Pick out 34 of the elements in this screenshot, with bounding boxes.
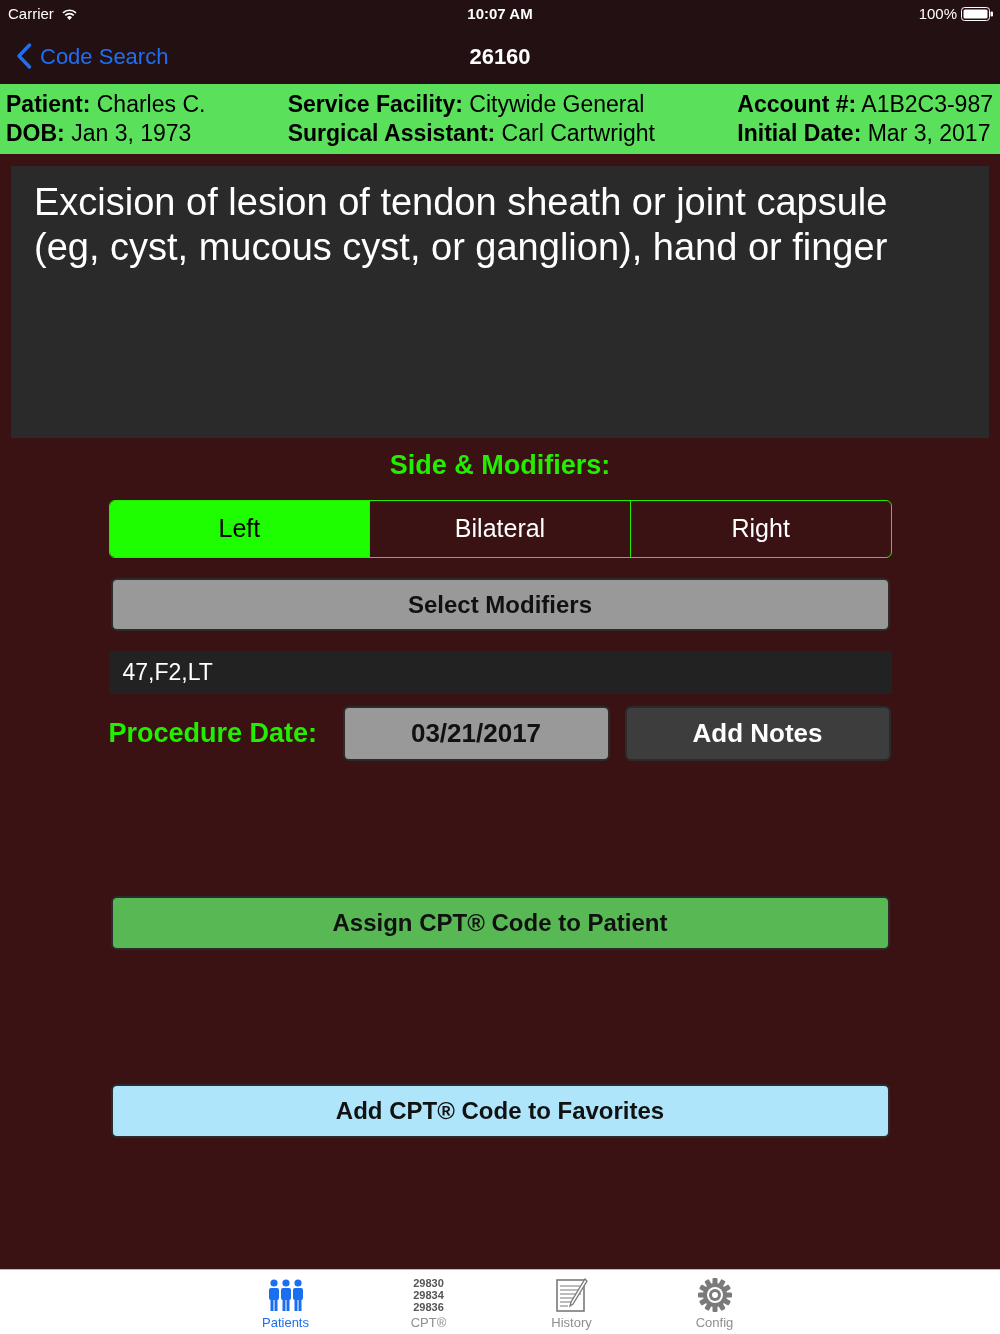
carrier-text: Carrier — [8, 3, 54, 24]
patient-info-text: Account #: A1B2C3-987 — [737, 90, 993, 119]
patient-info-text: DOB: Jan 3, 1973 — [6, 119, 193, 148]
patient-info-text: Surgical Assistant: Carl Cartwright — [287, 119, 655, 148]
side-segment[interactable]: Bilateral — [369, 501, 630, 557]
patient-info-text: Initial Date: Mar 3, 2017 — [737, 119, 992, 148]
procedure-date-label: Procedure Date: — [108, 717, 319, 751]
modifiers-field[interactable]: 47,F2,LT — [108, 651, 892, 694]
add-favorite-button[interactable]: Add CPT® Code to Favorites — [110, 1084, 890, 1138]
code-number-text: 29836 — [413, 1301, 444, 1313]
date-button[interactable]: 03/21/2017 — [342, 706, 610, 761]
chevron-left-icon — [16, 43, 32, 69]
battery-percent-text: 100% — [918, 3, 957, 24]
page-title: 26160 — [469, 42, 531, 71]
gear-icon — [697, 1278, 732, 1312]
notepad-pencil-icon — [555, 1278, 588, 1312]
back-button[interactable]: Code Search — [16, 39, 169, 73]
code-number-text: 29830 — [413, 1277, 444, 1289]
select-modifiers-button[interactable]: Select Modifiers — [110, 578, 890, 631]
add-notes-button[interactable]: Add Notes — [624, 706, 891, 761]
assign-code-button[interactable]: Assign CPT® Code to Patient — [110, 896, 890, 950]
people-icon — [267, 1279, 304, 1311]
code-number-text: 29834 — [413, 1289, 444, 1301]
time-text: 10:07 AM — [467, 4, 533, 22]
patient-info-text: Service Facility: Citywide General — [287, 90, 646, 119]
side-segment[interactable]: Left — [109, 501, 370, 557]
patient-info-text: Patient: Charles C. — [6, 90, 206, 119]
battery-icon — [961, 7, 993, 21]
procedure-description: Excision of lesion of tendon sheath or joint capsule (eg, cyst, mucous cyst, or ganglion), hand or finger — [34, 180, 889, 270]
side-segment[interactable]: Right — [629, 501, 891, 557]
tab-bar-item[interactable]: 29830 29834 29836 CPT® — [357, 1270, 500, 1334]
section-title: Side & Modifiers: — [388, 449, 612, 482]
tab-bar-item[interactable]: Patients — [214, 1270, 357, 1334]
wifi-icon — [61, 8, 77, 20]
